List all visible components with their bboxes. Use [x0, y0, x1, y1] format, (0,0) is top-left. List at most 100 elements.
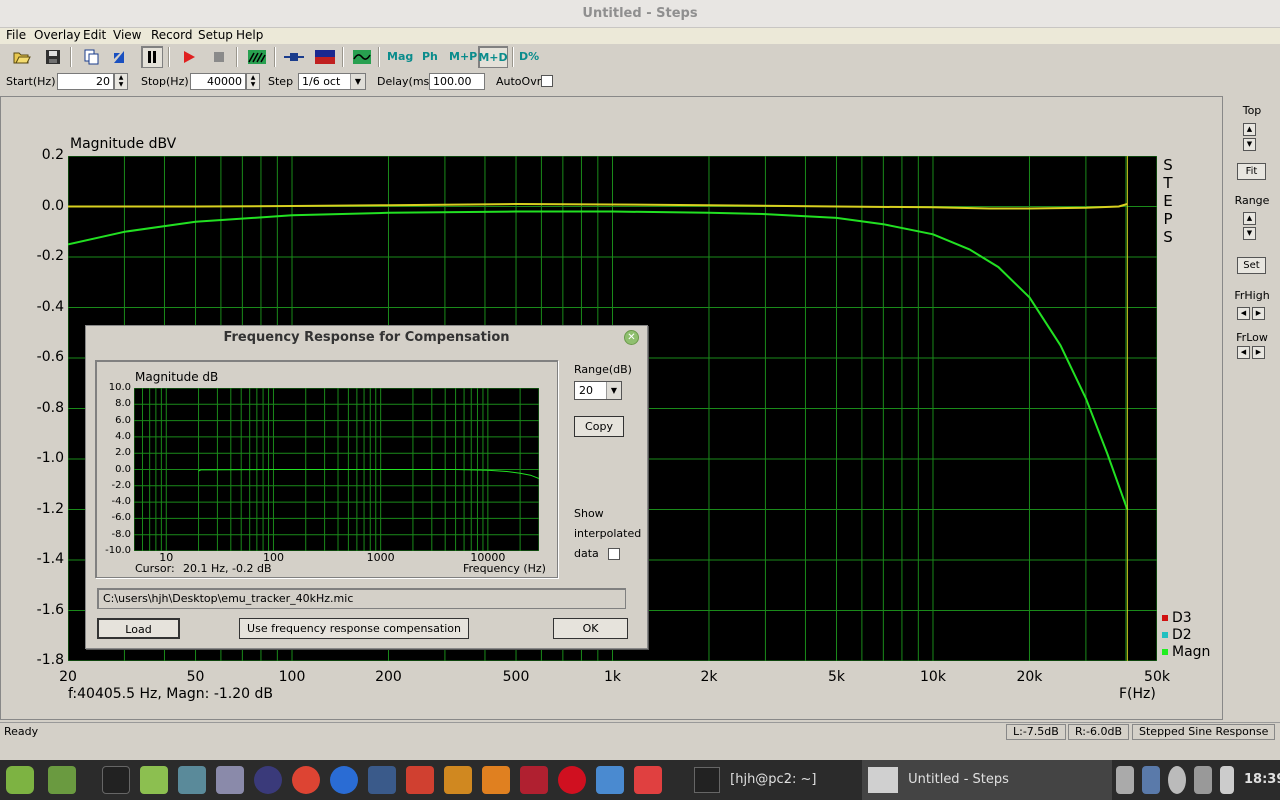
opera-icon[interactable]: [558, 766, 586, 794]
chart-title: Magnitude dBV: [70, 136, 177, 152]
start-freq-spinner[interactable]: ▲ ▼: [114, 73, 128, 90]
menu-record[interactable]: Record: [151, 28, 192, 42]
app-launcher-icon[interactable]: [178, 766, 206, 794]
y-tick-label: -1.2: [36, 500, 64, 517]
range-up-button[interactable]: ▲: [1243, 212, 1256, 225]
frlow-label: FrLow: [1236, 331, 1268, 344]
save-icon[interactable]: [42, 46, 64, 68]
top-label: Top: [1242, 104, 1262, 117]
compensation-plot[interactable]: [134, 388, 539, 551]
use-compensation-button[interactable]: Use frequency response compensation: [239, 618, 469, 639]
media-player-icon[interactable]: [482, 766, 510, 794]
mag-distortion-button[interactable]: M+D: [478, 46, 508, 68]
chevron-down-icon[interactable]: ▼: [350, 74, 365, 89]
inner-y-tick-label: -8.0: [111, 528, 131, 540]
delay-input[interactable]: 100.00: [429, 73, 485, 90]
frlow-left-button[interactable]: ◀: [1237, 346, 1250, 359]
inner-x-axis-name: Frequency (Hz): [463, 562, 546, 575]
autoovr-checkbox[interactable]: [541, 75, 553, 87]
show-label: Show: [574, 507, 604, 520]
file-path-field[interactable]: C:\users\hjh\Desktop\emu_tracker_40kHz.m…: [97, 588, 626, 609]
inner-y-tick-label: 2.0: [115, 447, 131, 459]
x-tick-label: 20: [59, 669, 77, 685]
chevron-down-icon[interactable]: ▼: [606, 382, 621, 399]
chrome-icon[interactable]: [292, 766, 320, 794]
spectrum-icon[interactable]: [351, 46, 373, 68]
menu-view[interactable]: View: [113, 28, 141, 42]
x-tick-label: 500: [502, 669, 530, 685]
app-launcher-icon[interactable]: [216, 766, 244, 794]
cursor-icon[interactable]: [108, 46, 130, 68]
pause-icon[interactable]: [141, 46, 163, 68]
app-launcher-icon[interactable]: [634, 766, 662, 794]
clock: 18:39: [1244, 772, 1280, 787]
stop-icon[interactable]: [208, 46, 230, 68]
cursor-readout: f:40405.5 Hz, Magn: -1.20 dB: [68, 686, 274, 702]
camera-icon[interactable]: [368, 766, 396, 794]
play-icon[interactable]: [178, 46, 200, 68]
copy-icon[interactable]: [80, 46, 102, 68]
circuit-app-icon[interactable]: [444, 766, 472, 794]
menu-help[interactable]: Help: [236, 28, 263, 42]
step-select[interactable]: 1/6 oct ▼: [298, 73, 366, 90]
frhigh-right-button[interactable]: ▶: [1252, 307, 1265, 320]
mag-button[interactable]: Mag: [387, 50, 413, 63]
user-icon[interactable]: [1168, 766, 1186, 794]
range-down-button[interactable]: ▼: [1243, 227, 1256, 240]
mint-menu-icon[interactable]: [6, 766, 34, 794]
ok-button[interactable]: OK: [553, 618, 628, 639]
stop-freq-spinner[interactable]: ▲ ▼: [246, 73, 260, 90]
trash-icon[interactable]: [1116, 766, 1134, 794]
app-launcher-icon[interactable]: [520, 766, 548, 794]
load-button[interactable]: Load: [97, 618, 180, 639]
frhigh-left-button[interactable]: ◀: [1237, 307, 1250, 320]
calibrate-icon[interactable]: [314, 46, 336, 68]
fit-button[interactable]: Fit: [1237, 163, 1266, 180]
menu-edit[interactable]: Edit: [83, 28, 106, 42]
network-icon[interactable]: [1194, 766, 1212, 794]
dialog-title: Frequency Response for Compensation: [223, 330, 510, 345]
copy-button[interactable]: Copy: [574, 416, 624, 437]
toolbar: Mag Ph M+P M+D D%: [0, 44, 1280, 70]
y-tick-label: -1.0: [36, 450, 64, 466]
show-desktop-icon[interactable]: [48, 766, 76, 794]
menu-setup[interactable]: Setup: [198, 28, 233, 42]
shield-icon[interactable]: [1142, 766, 1160, 794]
inner-x-tick-label: 1000: [366, 551, 395, 564]
bluetooth-icon[interactable]: [330, 766, 358, 794]
set-button[interactable]: Set: [1237, 257, 1266, 274]
stop-freq-input[interactable]: 40000: [190, 73, 246, 90]
x-tick-label: 1k: [603, 669, 622, 685]
sweep-icon[interactable]: [246, 46, 268, 68]
status-bar: Ready L:-7.5dB R:-6.0dB Stepped Sine Res…: [0, 722, 1280, 740]
phase-button[interactable]: Ph: [422, 50, 438, 63]
app-launcher-icon[interactable]: [596, 766, 624, 794]
top-down-button[interactable]: ▼: [1243, 138, 1256, 151]
inner-y-tick-label: -2.0: [111, 479, 131, 491]
open-icon[interactable]: [11, 46, 33, 68]
menu-file[interactable]: File: [6, 28, 26, 42]
terminal-launcher-icon[interactable]: [102, 766, 130, 794]
gimp-icon[interactable]: [406, 766, 434, 794]
close-icon[interactable]: ✕: [624, 330, 639, 345]
status-left-level: L:-7.5dB: [1006, 724, 1066, 740]
interpolated-label: interpolated: [574, 527, 642, 540]
legend-d2: D2: [1162, 627, 1192, 644]
start-freq-input[interactable]: 20: [57, 73, 114, 90]
distortion-percent-button[interactable]: D%: [519, 50, 539, 63]
y-tick-label: 0.2: [41, 147, 64, 163]
taskbar-terminal-window[interactable]: [hjh@pc2: ~]: [694, 760, 860, 800]
legend-d2-label: D2: [1172, 627, 1192, 643]
show-interpolated-checkbox[interactable]: [608, 548, 620, 560]
y-tick-label: 0.0: [41, 197, 64, 214]
probe-icon[interactable]: [283, 46, 305, 68]
taskbar-steps-window[interactable]: Untitled - Steps: [862, 760, 1112, 800]
mag-phase-button[interactable]: M+P: [449, 50, 477, 63]
top-up-button[interactable]: ▲: [1243, 123, 1256, 136]
files-icon[interactable]: [140, 766, 168, 794]
calendar-icon[interactable]: [1220, 766, 1234, 794]
frlow-right-button[interactable]: ▶: [1252, 346, 1265, 359]
audio-app-icon[interactable]: [254, 766, 282, 794]
range-db-select[interactable]: 20 ▼: [574, 381, 622, 400]
menu-overlay[interactable]: Overlay: [34, 28, 81, 42]
